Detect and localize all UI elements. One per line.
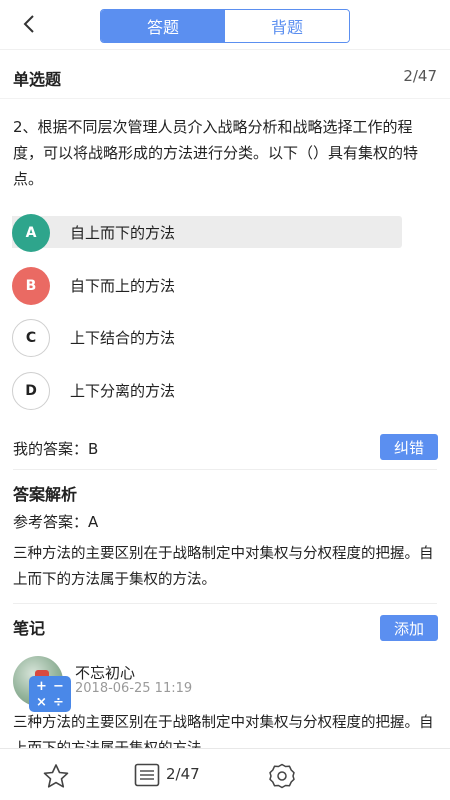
tab-memorize[interactable]: 背题 [225, 10, 349, 42]
option-letter: C [12, 319, 50, 357]
option-d[interactable]: D 上下分离的方法 [0, 372, 450, 410]
option-letter: B [12, 267, 50, 305]
my-answer: 我的答案：B [13, 440, 99, 458]
analysis-title: 答案解析 [13, 485, 78, 504]
note-user: 不忘初心 [75, 664, 136, 682]
question-type: 单选题 [13, 70, 62, 89]
option-c[interactable]: C 上下结合的方法 [0, 319, 450, 357]
reference-answer: 参考答案：A [13, 513, 99, 531]
question-stem: 2、根据不同层次管理人员介入战略分析和战略选择工作的程度，可以将战略形成的方法进… [13, 118, 419, 188]
tab-answer[interactable]: 答题 [101, 10, 225, 42]
option-text: 自下而上的方法 [70, 277, 176, 295]
option-letter: D [12, 372, 50, 410]
question-counter: 2/47 [403, 67, 437, 85]
back-icon[interactable] [18, 12, 42, 36]
option-text: 上下结合的方法 [70, 329, 176, 347]
calculator-icon[interactable]: + − × ÷ [29, 676, 71, 712]
report-error-button[interactable]: 纠错 [380, 434, 438, 460]
analysis-text: 三种方法的主要区别在于战略制定中对集权与分权程度的把握。自上而下的方法属于集权的… [13, 546, 434, 588]
add-note-button[interactable]: 添加 [380, 615, 438, 641]
mode-switch: 答题 背题 [100, 9, 350, 43]
option-text: 自上而下的方法 [70, 224, 176, 242]
notes-title: 笔记 [13, 619, 46, 638]
star-icon[interactable] [42, 763, 70, 789]
bottom-bar: 2/47 [0, 748, 450, 800]
top-bar: 答题 背题 [0, 0, 450, 50]
note-date: 2018-06-25 11:19 [75, 681, 193, 696]
option-b[interactable]: B 自下而上的方法 [0, 267, 450, 305]
option-text: 上下分离的方法 [70, 382, 176, 400]
divider [13, 469, 437, 470]
page-indicator[interactable]: 2/47 [166, 765, 200, 783]
option-a[interactable]: A 自上而下的方法 [0, 214, 450, 252]
divider [0, 98, 450, 99]
answer-sheet-icon[interactable] [134, 763, 160, 787]
option-letter: A [12, 214, 50, 252]
divider [13, 603, 437, 604]
settings-icon[interactable] [268, 762, 296, 790]
